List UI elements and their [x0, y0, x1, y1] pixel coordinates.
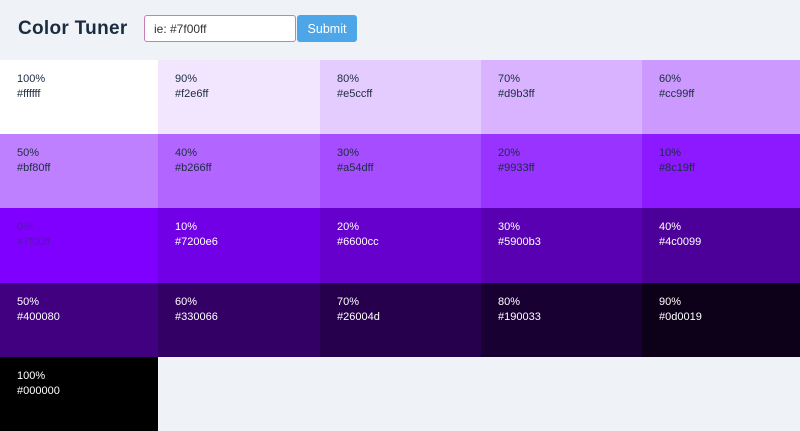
swatch-percent: 70% — [498, 73, 521, 85]
app-title: Color Tuner — [18, 18, 128, 39]
swatch-percent: 50% — [17, 295, 40, 308]
color-swatch[interactable]: 100% #ffffff — [0, 60, 158, 135]
color-swatch[interactable]: 90% #0d0019 — [642, 282, 800, 357]
swatch-hex: #9933ff — [498, 162, 535, 175]
color-input[interactable] — [144, 15, 296, 42]
swatch-percent: 10% — [175, 221, 198, 234]
swatch-hex: #6600cc — [337, 236, 379, 249]
color-swatch[interactable]: 60% #cc99ff — [642, 60, 800, 135]
swatch-percent: 30% — [498, 221, 521, 234]
color-swatch[interactable]: 20% #6600cc — [320, 208, 481, 283]
swatch-percent: 40% — [659, 221, 682, 234]
swatch-hex: #5900b3 — [498, 236, 541, 249]
swatch-hex: #cc99ff — [659, 88, 695, 100]
color-swatch[interactable]: 30% #5900b3 — [481, 208, 642, 283]
color-swatch[interactable]: 30% #a54dff — [320, 134, 481, 209]
color-swatch[interactable]: 50% #400080 — [0, 282, 158, 357]
swatch-hex: #d9b3ff — [498, 88, 535, 100]
swatch-hex: #7f00ff — [17, 236, 51, 249]
color-swatch[interactable]: 80% #e5ccff — [320, 60, 481, 135]
color-swatch[interactable]: 60% #330066 — [158, 282, 320, 357]
swatch-hex: #8c19ff — [659, 162, 695, 175]
swatch-percent: 80% — [498, 295, 521, 308]
swatch-percent: 50% — [17, 147, 40, 160]
swatch-percent: 100% — [17, 369, 46, 382]
swatch-hex: #e5ccff — [337, 88, 373, 100]
swatch-hex: #26004d — [337, 310, 380, 323]
swatch-percent: 0% — [17, 221, 33, 234]
color-swatch[interactable]: 100% #000000 — [0, 356, 158, 431]
color-swatch[interactable]: 90% #f2e6ff — [158, 60, 320, 135]
color-swatch[interactable]: 40% #4c0099 — [642, 208, 800, 283]
swatch-hex: #0d0019 — [659, 310, 702, 323]
swatch-percent: 10% — [659, 147, 682, 160]
swatch-hex: #f2e6ff — [175, 88, 209, 100]
swatch-hex: #a54dff — [337, 162, 374, 175]
color-swatch[interactable]: 50% #bf80ff — [0, 134, 158, 209]
color-swatch-grid: 100% #ffffff 90% #f2e6ff 80% #e5ccff 70% #d9b3f… — [0, 60, 800, 431]
swatch-percent: 70% — [337, 295, 360, 308]
swatch-percent: 80% — [337, 73, 360, 85]
header: Color Tuner Submit — [0, 0, 800, 60]
color-swatch[interactable]: 10% #7200e6 — [158, 208, 320, 283]
swatch-percent: 90% — [659, 295, 682, 308]
color-swatch[interactable]: 40% #b266ff — [158, 134, 320, 209]
swatch-percent: 100% — [17, 73, 46, 85]
swatch-hex: #000000 — [17, 384, 60, 397]
color-swatch[interactable]: 0% #7f00ff — [0, 208, 158, 283]
color-swatch[interactable]: 70% #26004d — [320, 282, 481, 357]
swatch-percent: 20% — [337, 221, 360, 234]
color-swatch[interactable]: 20% #9933ff — [481, 134, 642, 209]
swatch-hex: #4c0099 — [659, 236, 702, 249]
swatch-hex: #bf80ff — [17, 162, 51, 175]
color-swatch[interactable]: 80% #190033 — [481, 282, 642, 357]
color-swatch[interactable]: 70% #d9b3ff — [481, 60, 642, 135]
swatch-percent: 90% — [175, 73, 198, 85]
swatch-hex: #190033 — [498, 310, 541, 323]
swatch-percent: 30% — [337, 147, 360, 160]
swatch-hex: #b266ff — [175, 162, 212, 175]
submit-button[interactable]: Submit — [297, 15, 357, 42]
swatch-hex: #330066 — [175, 310, 218, 323]
color-swatch[interactable]: 10% #8c19ff — [642, 134, 800, 209]
swatch-percent: 20% — [498, 147, 521, 160]
swatch-hex: #ffffff — [17, 88, 41, 100]
swatch-hex: #400080 — [17, 310, 60, 323]
swatch-percent: 60% — [659, 73, 682, 85]
swatch-percent: 40% — [175, 147, 198, 160]
swatch-hex: #7200e6 — [175, 236, 218, 249]
swatch-percent: 60% — [175, 295, 198, 308]
